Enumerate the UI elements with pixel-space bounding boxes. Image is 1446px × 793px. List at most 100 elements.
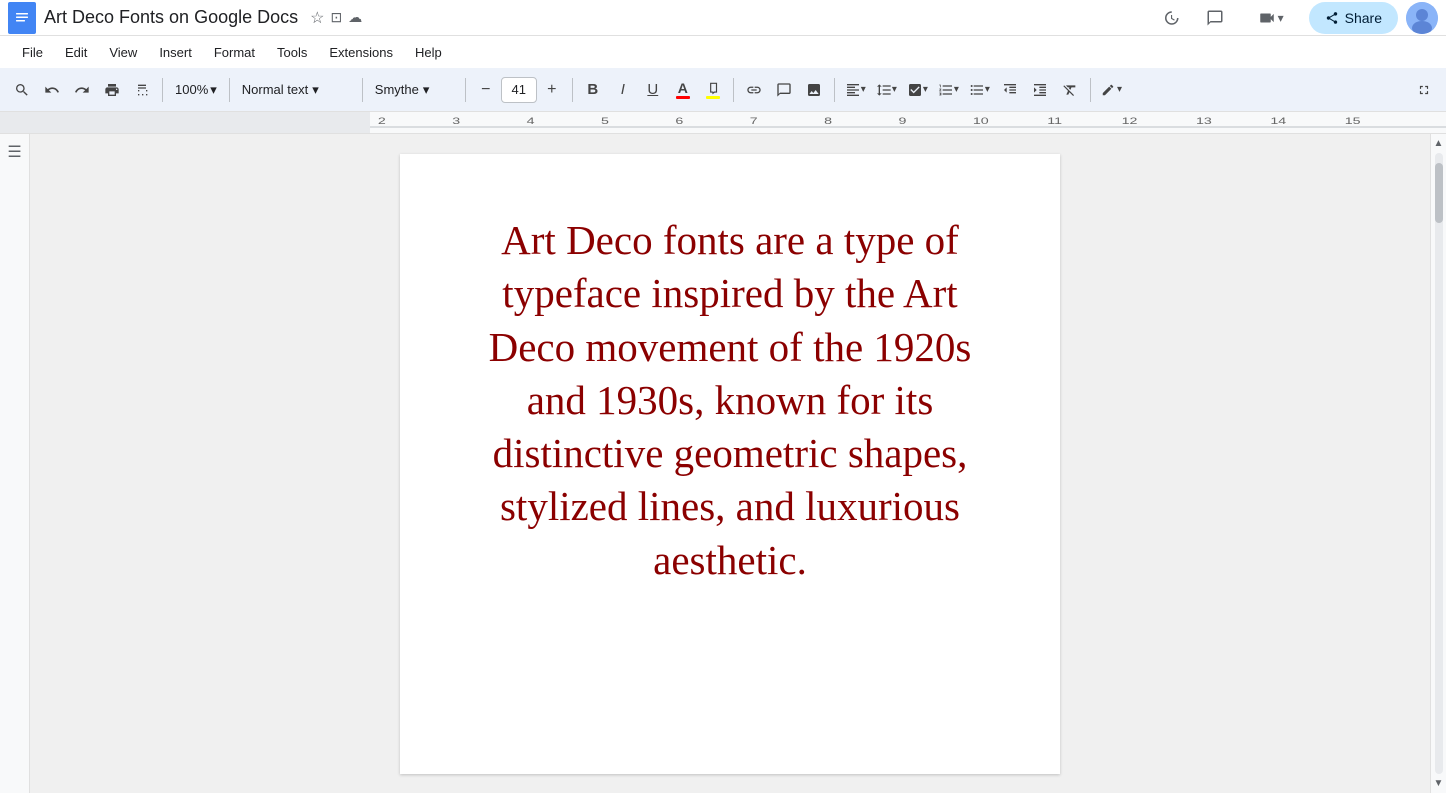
meet-button[interactable]: ▾ [1241, 0, 1301, 36]
menu-insert[interactable]: Insert [149, 41, 202, 64]
svg-text:4: 4 [527, 116, 535, 127]
line-spacing-button[interactable]: ▾ [872, 75, 901, 105]
share-button[interactable]: Share [1309, 2, 1398, 34]
underline-button[interactable]: U [639, 75, 667, 105]
svg-text:7: 7 [750, 116, 758, 127]
title-action-icons: ☆ ⊡ ☁ [310, 8, 362, 28]
font-value: Smythe [375, 82, 419, 97]
toolbar: 100% ▾ Normal text ▾ Smythe ▾ − + B I U … [0, 68, 1446, 112]
ruler: 2 3 4 5 6 7 8 9 10 11 12 13 14 15 [0, 112, 1446, 134]
left-panel: ☰ [0, 134, 30, 793]
font-chevron: ▾ [423, 82, 430, 98]
scroll-up-button[interactable]: ▲ [1434, 138, 1444, 149]
comments-button[interactable] [1197, 0, 1233, 36]
bullet-list-button[interactable]: ▾ [965, 75, 994, 105]
svg-text:11: 11 [1047, 116, 1062, 127]
clear-formatting-button[interactable] [1056, 75, 1084, 105]
scrollbar-thumb[interactable] [1435, 163, 1443, 223]
decrease-indent-button[interactable] [996, 75, 1024, 105]
document-content[interactable]: Art Deco fonts are a type of typeface in… [480, 214, 980, 587]
star-icon[interactable]: ☆ [310, 8, 324, 28]
increase-indent-button[interactable] [1026, 75, 1054, 105]
menu-format[interactable]: Format [204, 41, 265, 64]
font-size-increase[interactable]: + [538, 75, 566, 105]
separator-1 [162, 78, 163, 102]
svg-text:14: 14 [1270, 116, 1286, 127]
svg-text:6: 6 [675, 116, 683, 127]
font-size-input[interactable] [501, 77, 537, 103]
separator-5 [572, 78, 573, 102]
italic-button[interactable]: I [609, 75, 637, 105]
undo-button[interactable] [38, 75, 66, 105]
style-chevron: ▾ [312, 82, 319, 98]
bold-button[interactable]: B [579, 75, 607, 105]
menu-help[interactable]: Help [405, 41, 452, 64]
menu-extensions[interactable]: Extensions [319, 41, 403, 64]
menu-view[interactable]: View [99, 41, 147, 64]
text-color-a: A [678, 81, 688, 95]
scroll-down-button[interactable]: ▼ [1434, 778, 1444, 789]
insert-image-button[interactable] [800, 75, 828, 105]
svg-text:8: 8 [824, 116, 832, 127]
ruler-content: 2 3 4 5 6 7 8 9 10 11 12 13 14 15 [370, 112, 1446, 133]
zoom-dropdown[interactable]: 100% ▾ [169, 80, 223, 100]
separator-3 [362, 78, 363, 102]
share-label: Share [1345, 10, 1382, 26]
menu-bar: File Edit View Insert Format Tools Exten… [0, 36, 1446, 68]
highlight-color-bar [706, 96, 720, 99]
separator-4 [465, 78, 466, 102]
svg-text:5: 5 [601, 116, 609, 127]
scrollbar-track[interactable] [1435, 153, 1443, 774]
font-size-control: − + [472, 75, 566, 105]
cloud-icon[interactable]: ☁ [348, 9, 362, 26]
history-button[interactable] [1153, 0, 1189, 36]
checklist-button[interactable]: ▾ [903, 75, 932, 105]
search-button[interactable] [8, 75, 36, 105]
folder-icon[interactable]: ⊡ [330, 9, 342, 26]
redo-button[interactable] [68, 75, 96, 105]
outline-icon[interactable]: ☰ [7, 142, 21, 162]
font-size-decrease[interactable]: − [472, 75, 500, 105]
edit-mode-button[interactable]: ▾ [1097, 75, 1126, 105]
user-avatar[interactable] [1406, 2, 1438, 34]
svg-text:12: 12 [1122, 116, 1138, 127]
svg-text:9: 9 [899, 116, 907, 127]
zoom-value: 100% [175, 82, 208, 97]
menu-edit[interactable]: Edit [55, 41, 97, 64]
separator-8 [1090, 78, 1091, 102]
svg-text:2: 2 [378, 116, 386, 127]
title-bar: Art Deco Fonts on Google Docs ☆ ⊡ ☁ ▾ Sh… [0, 0, 1446, 36]
document-page: Art Deco fonts are a type of typeface in… [400, 154, 1060, 774]
menu-file[interactable]: File [12, 41, 53, 64]
menu-tools[interactable]: Tools [267, 41, 317, 64]
ruler-left-margin [0, 112, 370, 133]
right-panel: ▲ ▼ [1430, 134, 1446, 793]
paint-format-button[interactable] [128, 75, 156, 105]
text-color-button[interactable]: A [669, 75, 697, 105]
meet-chevron[interactable]: ▾ [1278, 11, 1284, 25]
text-color-bar [676, 96, 690, 99]
main-area: ☰ Art Deco fonts are a type of typeface … [0, 134, 1446, 793]
zoom-chevron: ▾ [210, 82, 217, 98]
expand-button[interactable] [1410, 75, 1438, 105]
font-dropdown[interactable]: Smythe ▾ [369, 80, 459, 100]
separator-2 [229, 78, 230, 102]
svg-text:15: 15 [1345, 116, 1361, 127]
svg-text:3: 3 [452, 116, 460, 127]
style-dropdown[interactable]: Normal text ▾ [236, 80, 356, 100]
print-button[interactable] [98, 75, 126, 105]
numbered-list-button[interactable]: ▾ [934, 75, 963, 105]
link-button[interactable] [740, 75, 768, 105]
document-title: Art Deco Fonts on Google Docs [44, 7, 298, 28]
document-area[interactable]: Art Deco fonts are a type of typeface in… [30, 134, 1430, 793]
top-right-actions: ▾ Share [1153, 0, 1438, 36]
google-docs-icon [8, 2, 36, 34]
alignment-button[interactable]: ▾ [841, 75, 870, 105]
svg-text:13: 13 [1196, 116, 1212, 127]
add-comment-button[interactable] [770, 75, 798, 105]
separator-6 [733, 78, 734, 102]
svg-text:10: 10 [973, 116, 989, 127]
highlight-button[interactable] [699, 75, 727, 105]
separator-7 [834, 78, 835, 102]
style-value: Normal text [242, 82, 308, 97]
